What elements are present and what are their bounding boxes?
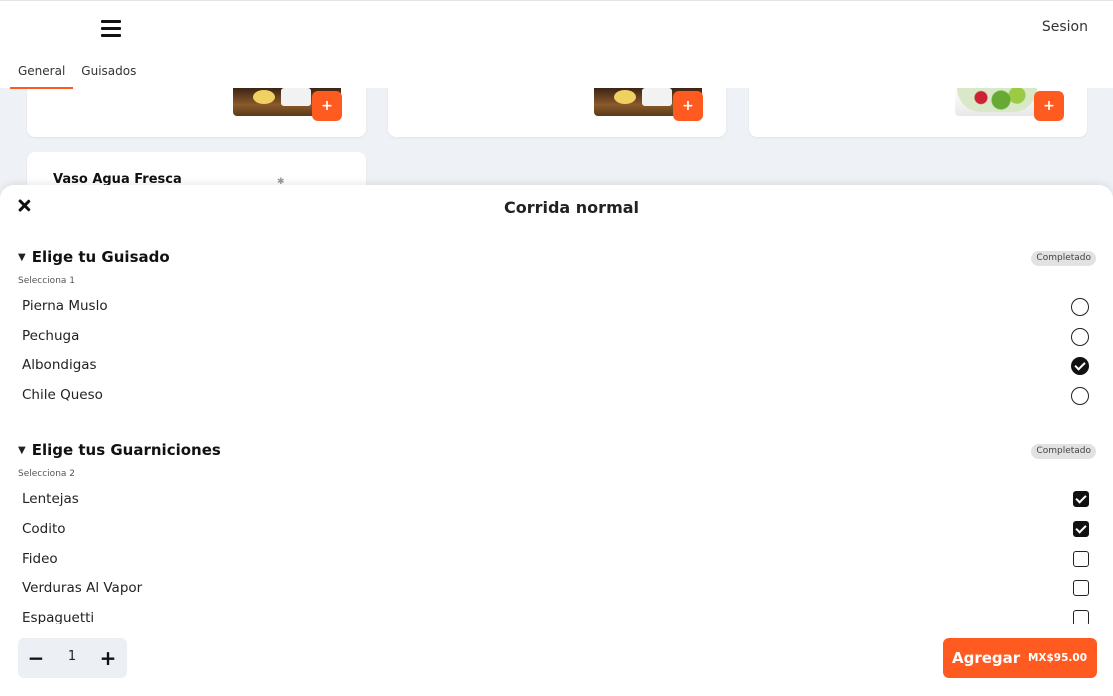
add-product-button[interactable]: + xyxy=(312,91,342,121)
option-albondigas[interactable]: Albondigas xyxy=(0,351,1113,379)
caret-down-icon: ▼ xyxy=(18,251,26,263)
checkbox-checked[interactable] xyxy=(1073,491,1089,507)
sheet-title: Corrida normal xyxy=(503,198,640,217)
status-badge: Completado xyxy=(1031,444,1096,459)
checkbox[interactable] xyxy=(1073,551,1089,567)
option-label: Pechuga xyxy=(22,328,80,344)
add-product-button[interactable]: + xyxy=(673,91,703,121)
radio-button[interactable] xyxy=(1071,328,1089,346)
top-bar: Sesion General Guisados xyxy=(0,0,1113,89)
product-options-sheet: Corrida normal ▼ Elige tu Guisado Comple… xyxy=(0,185,1113,696)
product-card[interactable]: + xyxy=(749,80,1087,137)
option-pierna-muslo[interactable]: Pierna Muslo xyxy=(0,292,1113,320)
option-lentejas[interactable]: Lentejas xyxy=(0,485,1113,513)
option-label: Chile Queso xyxy=(22,387,103,403)
quantity-value: 1 xyxy=(67,649,77,664)
status-badge: Completado xyxy=(1031,251,1096,266)
add-button-price: MX$95.00 xyxy=(1027,652,1087,664)
checkbox[interactable] xyxy=(1073,580,1089,596)
option-pechuga[interactable]: Pechuga xyxy=(0,322,1113,350)
option-fideo[interactable]: Fideo xyxy=(0,545,1113,573)
option-label: Lentejas xyxy=(22,491,79,507)
group-header-guisado[interactable]: ▼ Elige tu Guisado xyxy=(18,247,170,267)
sheet-footer: − 1 + Agregar MX$95.00 xyxy=(0,624,1113,696)
tab-guisados[interactable]: Guisados xyxy=(73,63,144,89)
option-label: Codito xyxy=(22,521,66,537)
category-tabs: General Guisados xyxy=(10,63,144,89)
option-label: Albondigas xyxy=(22,357,97,373)
session-link[interactable]: Sesion xyxy=(1042,19,1088,35)
product-card[interactable]: + xyxy=(388,80,726,137)
radio-button-checked[interactable] xyxy=(1071,357,1089,375)
radio-button[interactable] xyxy=(1071,298,1089,316)
option-label: Verduras Al Vapor xyxy=(22,580,143,596)
option-label: Fideo xyxy=(22,551,58,567)
add-to-cart-button[interactable]: Agregar MX$95.00 xyxy=(943,638,1097,678)
selection-hint: Selecciona 1 xyxy=(18,276,75,286)
increment-button[interactable]: + xyxy=(90,638,126,678)
tab-general[interactable]: General xyxy=(10,63,74,89)
selection-hint: Selecciona 2 xyxy=(18,469,75,479)
group-title: Elige tus Guarniciones xyxy=(31,441,221,459)
group-title: Elige tu Guisado xyxy=(31,248,170,266)
decrement-button[interactable]: − xyxy=(18,638,54,678)
hamburger-menu-icon[interactable] xyxy=(101,19,121,37)
option-verduras-al-vapor[interactable]: Verduras Al Vapor xyxy=(0,574,1113,602)
caret-down-icon: ▼ xyxy=(18,444,26,456)
quantity-stepper: − 1 + xyxy=(18,638,127,678)
radio-button[interactable] xyxy=(1071,387,1089,405)
option-chile-queso[interactable]: Chile Queso xyxy=(0,381,1113,409)
checkbox-checked[interactable] xyxy=(1073,521,1089,537)
add-product-button[interactable]: + xyxy=(1034,91,1064,121)
group-header-guarniciones[interactable]: ▼ Elige tus Guarniciones xyxy=(18,440,221,460)
add-button-label: Agregar xyxy=(952,649,1021,667)
option-label: Pierna Muslo xyxy=(22,298,108,314)
option-codito[interactable]: Codito xyxy=(0,515,1113,543)
